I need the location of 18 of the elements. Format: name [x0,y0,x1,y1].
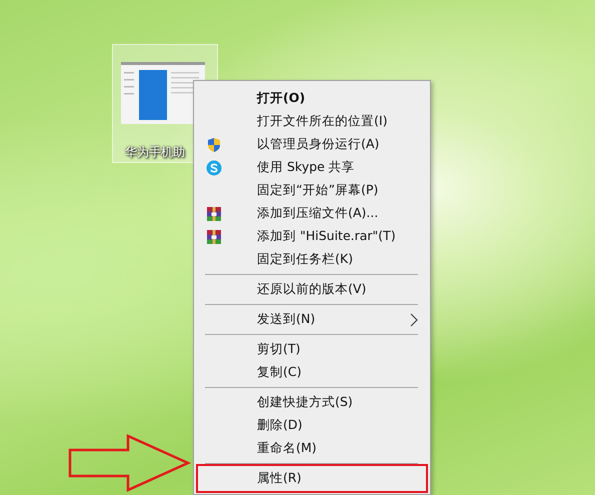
menu-item[interactable]: 属性(R) [199,467,425,490]
skype-icon [206,160,222,176]
menu-item[interactable]: 发送到(N) [196,308,428,331]
icon-label: 华为手机助 [125,144,185,161]
menu-item[interactable]: 删除(D) [196,414,428,437]
chevron-right-icon [410,312,418,326]
menu-item[interactable]: 还原以前的版本(V) [196,278,428,301]
archive-icon [206,228,222,244]
menu-item[interactable]: 重命名(M) [196,437,428,460]
archive-icon [206,206,222,222]
menu-item[interactable]: 固定到任务栏(K) [196,248,428,271]
menu-item[interactable]: 复制(C) [196,361,428,384]
menu-item[interactable]: 添加到 "HiSuite.rar"(T) [196,225,428,248]
menu-item[interactable]: 创建快捷方式(S) [196,391,428,414]
menu-item[interactable]: 剪切(T) [196,338,428,361]
menu-item[interactable]: 添加到压缩文件(A)... [196,202,428,225]
menu-item[interactable]: 固定到“开始”屏幕(P) [196,179,428,202]
shield-icon [206,136,222,152]
